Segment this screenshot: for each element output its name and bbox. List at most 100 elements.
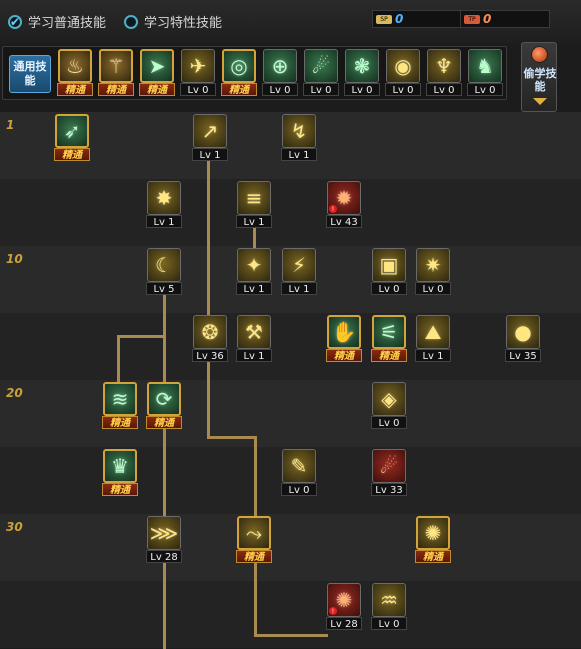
skill-slot[interactable]: ● — [506, 315, 540, 349]
tree-row — [0, 380, 581, 447]
prerequisite-line — [207, 436, 257, 439]
mastered-badge: 精通 — [98, 83, 134, 96]
skill-slot[interactable]: ≡ — [237, 181, 271, 215]
wings-icon: ✈ — [189, 54, 207, 78]
skill-level-label: Lv 0 — [303, 83, 339, 96]
skill-level-label: Lv 28 — [326, 617, 362, 630]
common-skill-slot[interactable]: ✈ — [181, 49, 215, 83]
dragon-icon: ♛ — [111, 454, 129, 478]
mastered-badge: 精通 — [102, 416, 138, 429]
skill-slot[interactable]: ❂ — [193, 315, 227, 349]
skill-level-label: Lv 1 — [192, 148, 228, 161]
prerequisite-line — [117, 335, 120, 385]
common-skill-slot[interactable]: ◎ — [222, 49, 256, 83]
common-skills-label: 通用技能 — [9, 55, 51, 93]
burst-icon: ✸ — [155, 186, 173, 210]
prerequisite-line — [207, 144, 210, 439]
skill-level-label: Lv 33 — [371, 483, 407, 496]
skill-slot[interactable]: ☾ — [147, 248, 181, 282]
skill-slot[interactable]: ▣ — [372, 248, 406, 282]
skill-slot[interactable]: ⚟ — [372, 315, 406, 349]
level-marker: 20 — [6, 386, 23, 400]
skill-slot[interactable]: ☄ — [372, 449, 406, 483]
skill-slot[interactable]: ↯ — [282, 114, 316, 148]
skill-slot[interactable]: ✋ — [327, 315, 361, 349]
skill-slot[interactable]: ⤳ — [237, 516, 271, 550]
skill-slot[interactable]: ↗ — [193, 114, 227, 148]
skill-slot[interactable]: ✺! — [327, 583, 361, 617]
skill-level-label: Lv 0 — [426, 83, 462, 96]
skill-level-label: Lv 1 — [415, 349, 451, 362]
skill-level-label: Lv 0 — [262, 83, 298, 96]
skill-slot[interactable]: ✦ — [237, 248, 271, 282]
skill-tab-bar: ✔ 学习普通技能 学习特性技能 SP 0 TP 0 — [0, 0, 581, 44]
ground-icon: ⛰ — [424, 320, 442, 344]
power-icon: ♆ — [435, 54, 453, 78]
common-skill-slot[interactable]: ➤ — [140, 49, 174, 83]
learn-trait-skills-label: 学习特性技能 — [144, 16, 223, 31]
skill-level-label: Lv 0 — [467, 83, 503, 96]
spin-icon: ⟳ — [155, 387, 173, 411]
beast-icon: ✷ — [424, 253, 442, 277]
skill-slot[interactable]: ◈ — [372, 382, 406, 416]
mastered-badge: 精通 — [102, 483, 138, 496]
common-skill-slot[interactable]: ❃ — [345, 49, 379, 83]
skill-slot[interactable]: ≋ — [103, 382, 137, 416]
learn-trait-skills-radio[interactable]: 学习特性技能 — [124, 12, 222, 31]
warning-icon: ! — [329, 607, 337, 615]
skill-slot[interactable]: ♛ — [103, 449, 137, 483]
skill-slot[interactable]: ✸ — [147, 181, 181, 215]
mastered-badge: 精通 — [54, 148, 90, 161]
learn-normal-skills-radio[interactable]: ✔ 学习普通技能 — [8, 12, 106, 31]
mastered-badge: 精通 — [371, 349, 407, 362]
common-skill-slot[interactable]: ♞ — [468, 49, 502, 83]
tree-row — [0, 179, 581, 246]
tree-row — [0, 581, 581, 648]
skill-slot[interactable]: ⋙ — [147, 516, 181, 550]
steal-skill-button[interactable]: 偷学技能 — [521, 42, 557, 112]
tp-icon: TP — [464, 14, 480, 24]
steal-skill-label: 偷学技能 — [523, 67, 557, 93]
grab-icon: ✋ — [331, 320, 357, 344]
skill-level-label: Lv 5 — [146, 282, 182, 295]
common-skill-slot[interactable]: ♨ — [58, 49, 92, 83]
common-skill-slot[interactable]: ☄ — [304, 49, 338, 83]
tree-row — [0, 313, 581, 380]
skill-slot[interactable]: ⚡ — [282, 248, 316, 282]
dash-icon: ➤ — [148, 54, 166, 78]
skill-level-label: Lv 1 — [236, 282, 272, 295]
skill-slot[interactable]: ✺ — [416, 516, 450, 550]
sp-value: 0 — [395, 12, 404, 26]
pet-icon: ❃ — [353, 54, 371, 78]
skill-level-label: Lv 43 — [326, 215, 362, 228]
crosshair-icon: ⊕ — [271, 54, 289, 78]
skill-level-label: Lv 36 — [192, 349, 228, 362]
skill-slot[interactable]: ⟳ — [147, 382, 181, 416]
skill-slot[interactable]: ⛰ — [416, 315, 450, 349]
common-skill-slot[interactable]: ♆ — [427, 49, 461, 83]
skill-slot[interactable]: ➶ — [55, 114, 89, 148]
needle-icon: ⚡ — [291, 253, 307, 277]
skill-slot[interactable]: ✷ — [416, 248, 450, 282]
mastered-badge: 精通 — [139, 83, 175, 96]
skill-level-label: Lv 0 — [385, 83, 421, 96]
tp-counter: TP 0 — [460, 10, 550, 28]
rise-icon: ⚚ — [107, 54, 125, 78]
skill-slot[interactable]: ✎ — [282, 449, 316, 483]
skill-slot[interactable]: ♒ — [372, 583, 406, 617]
sweep-icon: ⤳ — [246, 521, 262, 545]
skill-slot[interactable]: ✹! — [327, 181, 361, 215]
skill-slot[interactable]: ⚒ — [237, 315, 271, 349]
flame-icon: ✹ — [335, 186, 353, 210]
common-skill-slot[interactable]: ◉ — [386, 49, 420, 83]
mastered-badge: 精通 — [57, 83, 93, 96]
sp-counter: SP 0 — [372, 10, 462, 28]
skill-level-label: Lv 0 — [281, 483, 317, 496]
unchecked-icon — [124, 14, 138, 29]
common-skill-slot[interactable]: ⊕ — [263, 49, 297, 83]
target-icon: ◎ — [230, 54, 248, 78]
common-skill-slot[interactable]: ⚚ — [99, 49, 133, 83]
wave-icon: ≋ — [111, 387, 129, 411]
whirl-icon: ✺ — [424, 521, 442, 545]
mastered-badge: 精通 — [221, 83, 257, 96]
